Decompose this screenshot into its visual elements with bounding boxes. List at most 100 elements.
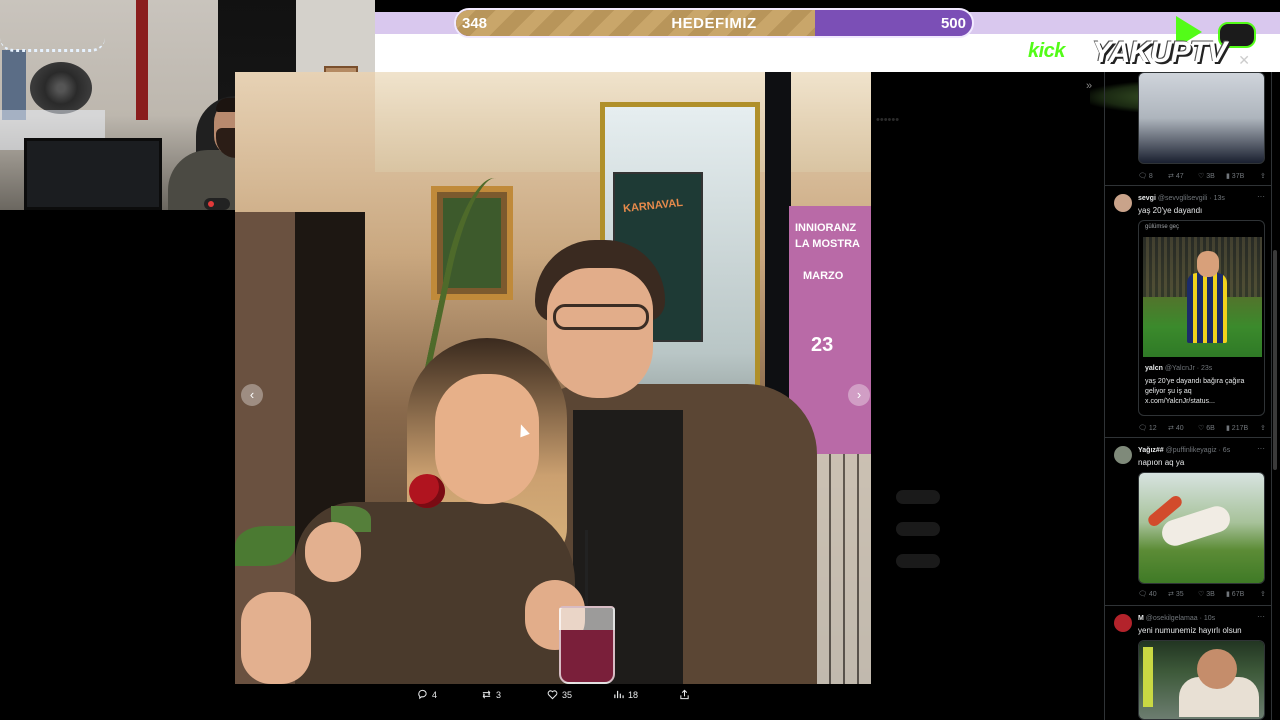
share-icon[interactable]: ⇪	[1260, 172, 1266, 180]
goal-title: HEDEFIMIZ	[671, 15, 757, 32]
repost-button[interactable]: 3	[481, 689, 501, 700]
tweet-image[interactable]	[1138, 72, 1265, 164]
view-count[interactable]: ▮ 67B	[1226, 590, 1244, 598]
repost-count[interactable]: ⇄ 40	[1168, 424, 1184, 432]
post-action-bar: 4 3 35 18	[235, 684, 871, 708]
channel-logo-text: YAKUPTV	[1092, 36, 1227, 69]
repost-count[interactable]: ⇄ 47	[1168, 172, 1184, 180]
avatar[interactable]	[1114, 614, 1132, 632]
tweet[interactable]: M @osekilgelamaa · 10s ··· yeni numunemi…	[1105, 606, 1271, 720]
curtain	[136, 0, 148, 120]
author-handle: @puffinlikeyagiz · 6s	[1165, 447, 1231, 454]
close-icon[interactable]: ✕	[1238, 52, 1250, 69]
quoted-author[interactable]: yalcn @YalcnJr · 23s	[1145, 365, 1212, 372]
hand	[241, 592, 311, 684]
author-name[interactable]: Yağız##	[1138, 447, 1164, 454]
author-handle: @osekilgelamaa · 10s	[1145, 615, 1216, 622]
background-pill	[896, 522, 940, 536]
tweet[interactable]: Yağız## @puffinlikeyagiz · 6s ··· napıon…	[1105, 438, 1271, 606]
repost-count[interactable]: ⇄ 35	[1168, 590, 1184, 598]
poster-month: MARZO	[803, 270, 844, 282]
poster-title-2: LA MOSTRA	[795, 238, 860, 250]
quoted-tweet[interactable]: gülümse geç yalcn @YalcnJr · 23s yaş 20'…	[1138, 220, 1265, 416]
tweet-image[interactable]	[1138, 640, 1265, 720]
more-options-icon[interactable]: ···	[1257, 192, 1265, 201]
poster-text: KARNAVAL	[622, 196, 684, 216]
like-count: 35	[562, 689, 573, 700]
reply-count[interactable]: 🗨 12	[1138, 424, 1157, 432]
tweet-image[interactable]	[1138, 472, 1265, 584]
author-handle: @sevvglilsevgili · 13s	[1157, 195, 1225, 202]
reply-count: 4	[432, 689, 438, 700]
drink-cup	[559, 606, 615, 684]
more-options-icon[interactable]: ···	[1257, 612, 1265, 621]
heart-icon	[547, 690, 558, 700]
quoted-text: yaş 20'ye dayandı bağıra çağıra geliyor …	[1145, 378, 1245, 405]
reply-icon	[418, 689, 427, 700]
rose	[409, 474, 445, 508]
goal-progress-bar: 348 HEDEFIMIZ 500	[454, 8, 974, 38]
quoted-author-name: yalcn	[1145, 365, 1163, 372]
tweet-header: Yağız## @puffinlikeyagiz · 6s	[1138, 447, 1230, 454]
tweet-text: yaş 20'ye dayandı	[1138, 206, 1203, 215]
view-count[interactable]: ▮ 37B	[1226, 172, 1244, 180]
background-tweet-name: ••••••	[876, 114, 900, 126]
tweet[interactable]: sevgi @sevvglilsevgili · 13s ··· yaş 20'…	[1105, 186, 1271, 438]
repost-icon	[482, 690, 491, 699]
view-count[interactable]: ▮ 217B	[1226, 424, 1248, 432]
woman-face	[435, 374, 539, 504]
man-face	[547, 268, 653, 398]
repost-count: 3	[496, 689, 502, 700]
poster-title-1: INNIORANZ	[795, 222, 857, 234]
player-jersey	[1187, 273, 1227, 343]
reply-count[interactable]: 🗨 8	[1138, 172, 1153, 180]
quote-caption: gülümse geç	[1145, 224, 1180, 230]
player-head	[1197, 251, 1219, 277]
monitor	[24, 138, 162, 210]
author-name[interactable]: M	[1138, 615, 1144, 622]
avatar[interactable]	[1114, 446, 1132, 464]
tweet-header: sevgi @sevvglilsevgili · 13s	[1138, 195, 1225, 202]
tweet-feed[interactable]: 🗨 8 ⇄ 47 ♡ 3B ▮ 37B ⇪ sevgi @sevvglilsev…	[1104, 72, 1272, 720]
leaf	[235, 526, 295, 566]
stream-overlay: logi 348 HEDEFIMIZ 500 kick YAKUPTV ✕ » …	[0, 0, 1280, 720]
like-count[interactable]: ♡ 3B	[1198, 172, 1215, 180]
mic-led	[208, 201, 214, 207]
like-count[interactable]: ♡ 6B	[1198, 424, 1215, 432]
reply-button[interactable]: 4	[417, 689, 437, 700]
more-options-icon[interactable]: ···	[1257, 444, 1265, 453]
share-button[interactable]	[679, 689, 690, 700]
tweet-text: napıon aq ya	[1138, 458, 1185, 467]
person-head	[1197, 649, 1237, 689]
string-lights	[0, 38, 105, 52]
wall-decoration	[30, 62, 92, 114]
like-count[interactable]: ♡ 3B	[1198, 590, 1215, 598]
poster-day: 23	[811, 334, 834, 356]
chevron-double-right-icon[interactable]: »	[1086, 80, 1092, 92]
reply-count[interactable]: 🗨 40	[1138, 590, 1157, 598]
background-pill	[896, 554, 940, 568]
quoted-author-handle: @YalcnJr · 23s	[1164, 365, 1213, 372]
views-button[interactable]: 18	[613, 689, 638, 700]
hand	[305, 522, 361, 582]
goal-target: 500	[940, 15, 966, 32]
author-name[interactable]: sevgi	[1138, 195, 1156, 202]
straw	[585, 530, 588, 610]
like-button[interactable]: 35	[547, 689, 572, 700]
tweet-media-image[interactable]: KARNAVAL INNIORANZ LA MOSTRA MARZO 23	[235, 72, 871, 684]
next-image-button[interactable]: ›	[848, 384, 870, 406]
share-icon[interactable]: ⇪	[1260, 424, 1266, 432]
share-icon[interactable]: ⇪	[1260, 590, 1266, 598]
tweet-header: M @osekilgelamaa · 10s	[1138, 615, 1215, 622]
views-icon	[614, 690, 624, 699]
glasses	[553, 304, 649, 330]
avatar[interactable]	[1114, 194, 1132, 212]
feed-scrollbar[interactable]	[1273, 250, 1277, 470]
view-count: 18	[628, 689, 639, 700]
previous-image-button[interactable]: ‹	[241, 384, 263, 406]
tweet[interactable]: 🗨 8 ⇄ 47 ♡ 3B ▮ 37B ⇪	[1105, 72, 1271, 186]
gym-equipment	[1143, 647, 1153, 707]
quoted-image[interactable]	[1143, 237, 1262, 357]
tweet-text: yeni numunemiz hayırlı olsun	[1138, 626, 1242, 635]
share-icon	[680, 689, 689, 700]
